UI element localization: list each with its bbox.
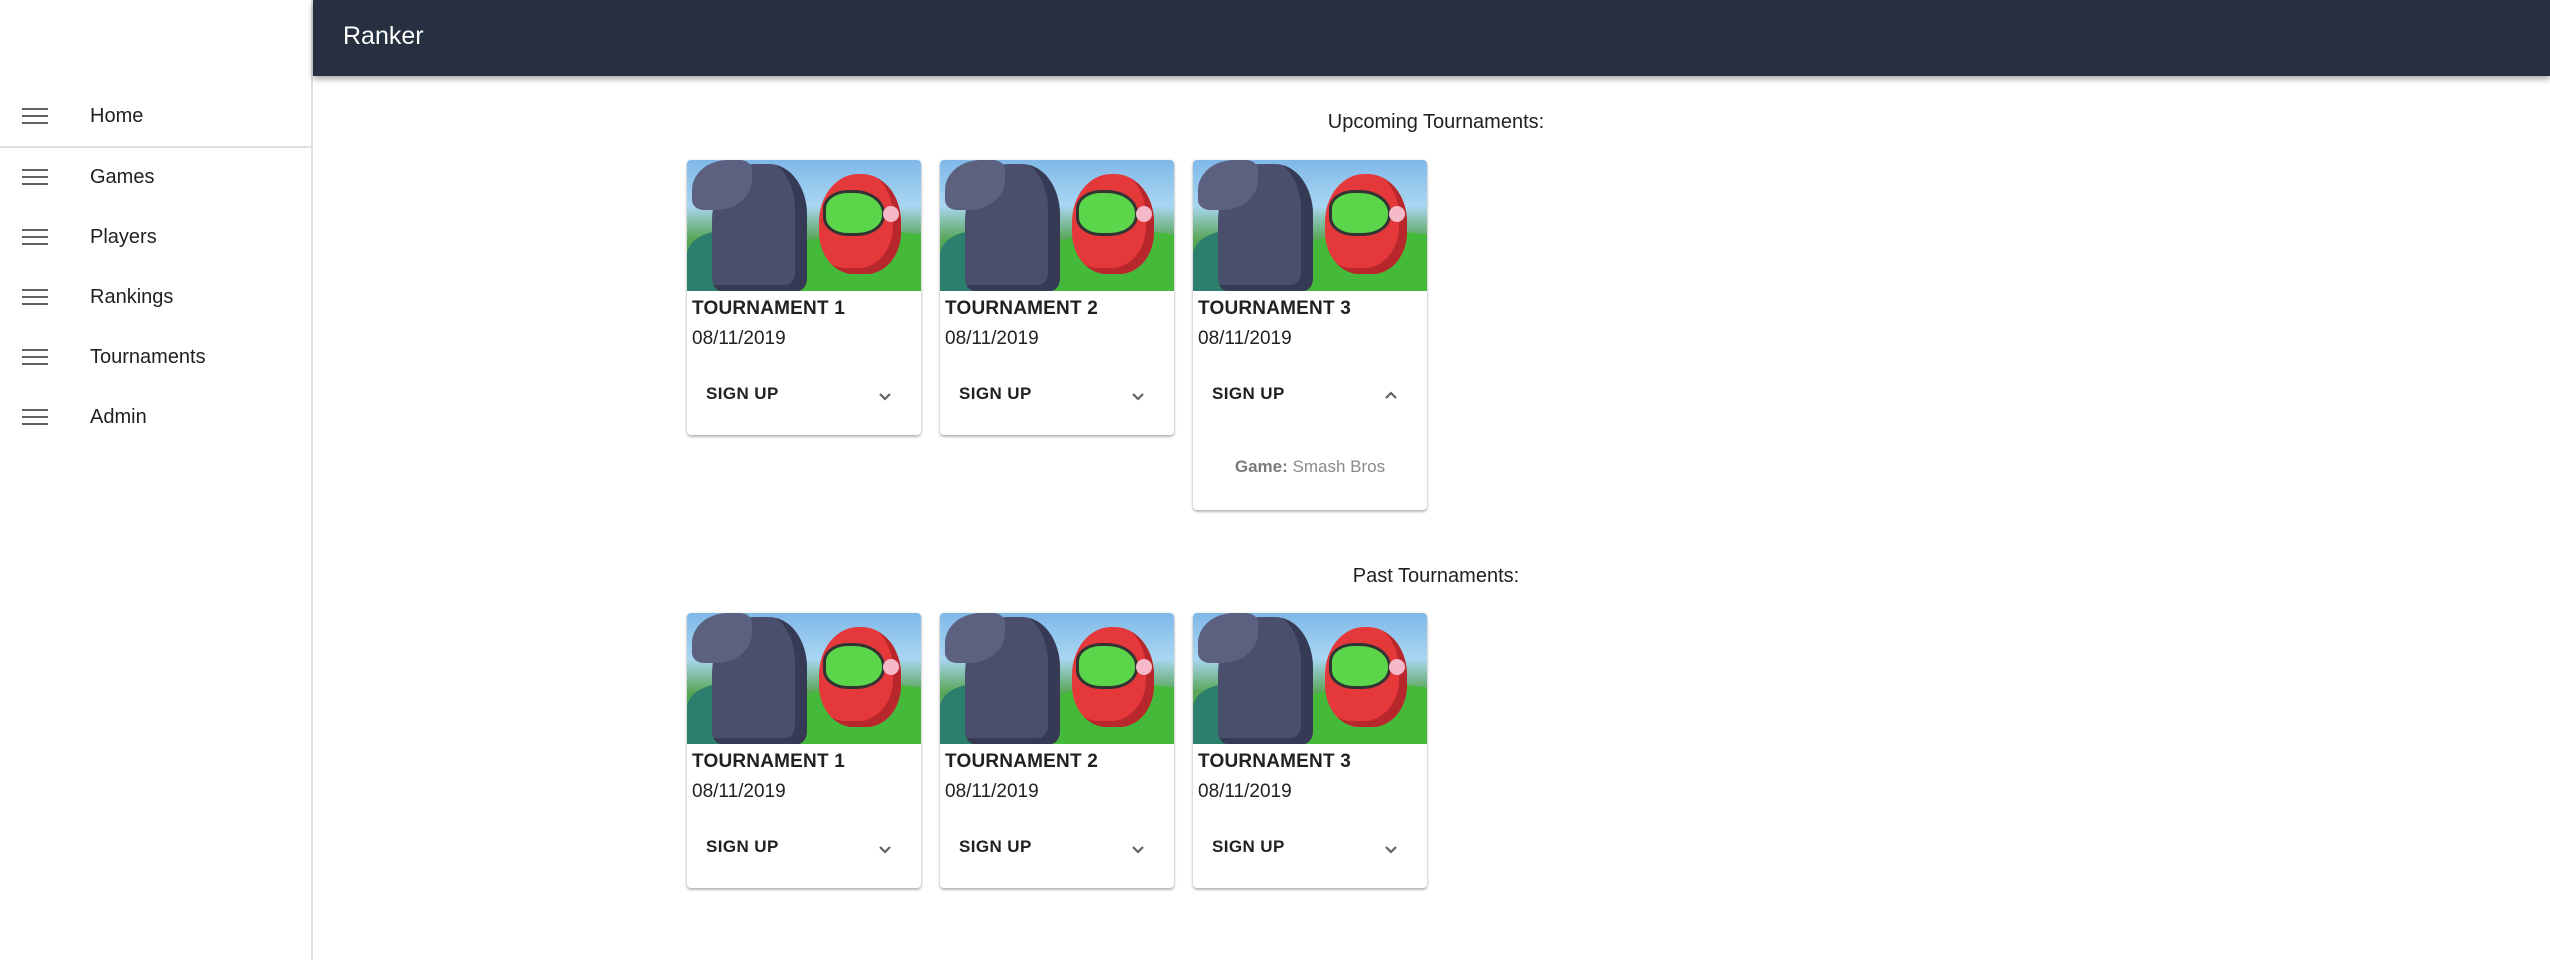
tournament-image (1193, 160, 1427, 291)
tournament-details: Game: Smash Bros (1193, 457, 1427, 477)
sidebar-item-rankings[interactable]: Rankings (0, 267, 311, 327)
menu-icon (22, 169, 48, 185)
tournament-card: TOURNAMENT 1 08/11/2019 SIGN UP (687, 613, 921, 888)
tournament-date: 08/11/2019 (692, 781, 786, 802)
menu-icon (22, 349, 48, 365)
sidebar-item-label: Players (90, 225, 157, 248)
upcoming-section-title: Upcoming Tournaments: (1327, 111, 1545, 133)
sidebar-item-label: Games (90, 165, 155, 188)
menu-icon (22, 108, 48, 124)
sidebar-item-players[interactable]: Players (0, 207, 311, 267)
tournament-card-expanded: TOURNAMENT 3 08/11/2019 SIGN UP Game: Sm… (1193, 160, 1427, 510)
chevron-down-icon[interactable] (873, 384, 897, 408)
sign-up-button[interactable]: SIGN UP (706, 384, 779, 404)
sidebar: Home Games Players Rankings Tournaments … (0, 0, 313, 960)
tournament-date: 08/11/2019 (1198, 781, 1292, 802)
chevron-down-icon[interactable] (873, 837, 897, 861)
sign-up-button[interactable]: SIGN UP (706, 837, 779, 857)
sidebar-item-games[interactable]: Games (0, 147, 311, 207)
sign-up-button[interactable]: SIGN UP (959, 384, 1032, 404)
past-section-title: Past Tournaments: (1352, 565, 1520, 587)
tournament-image (940, 613, 1174, 744)
tournament-card: TOURNAMENT 1 08/11/2019 SIGN UP (687, 160, 921, 435)
tournament-card: TOURNAMENT 2 08/11/2019 SIGN UP (940, 613, 1174, 888)
tournament-name: TOURNAMENT 3 (1198, 751, 1351, 772)
sidebar-item-label: Admin (90, 405, 147, 428)
tournament-name: TOURNAMENT 2 (945, 298, 1098, 319)
tournament-name: TOURNAMENT 2 (945, 751, 1098, 772)
app-bar: Ranker (313, 0, 2550, 76)
menu-icon (22, 289, 48, 305)
tournament-name: TOURNAMENT 3 (1198, 298, 1351, 319)
chevron-down-icon[interactable] (1126, 837, 1150, 861)
chevron-down-icon[interactable] (1379, 837, 1403, 861)
tournament-date: 08/11/2019 (945, 781, 1039, 802)
tournament-date: 08/11/2019 (692, 328, 786, 349)
menu-icon (22, 229, 48, 245)
sidebar-item-admin[interactable]: Admin (0, 387, 311, 447)
menu-icon (22, 409, 48, 425)
app-title: Ranker (343, 22, 424, 50)
sign-up-button[interactable]: SIGN UP (1212, 384, 1285, 404)
sign-up-button[interactable]: SIGN UP (959, 837, 1032, 857)
sidebar-item-label: Home (90, 104, 144, 127)
tournament-image (1193, 613, 1427, 744)
tournament-image (687, 613, 921, 744)
sidebar-item-label: Rankings (90, 285, 174, 308)
tournament-date: 08/11/2019 (1198, 328, 1292, 349)
tournament-name: TOURNAMENT 1 (692, 751, 845, 772)
chevron-down-icon[interactable] (1126, 384, 1150, 408)
tournament-date: 08/11/2019 (945, 328, 1039, 349)
game-value: Smash Bros (1292, 457, 1386, 476)
game-label: Game: (1234, 457, 1288, 476)
tournament-card: TOURNAMENT 3 08/11/2019 SIGN UP (1193, 613, 1427, 888)
sidebar-item-label: Tournaments (90, 345, 206, 368)
sign-up-button[interactable]: SIGN UP (1212, 837, 1285, 857)
chevron-up-icon[interactable] (1379, 384, 1403, 408)
tournament-card: TOURNAMENT 2 08/11/2019 SIGN UP (940, 160, 1174, 435)
sidebar-item-tournaments[interactable]: Tournaments (0, 327, 311, 387)
tournament-image (940, 160, 1174, 291)
tournament-image (687, 160, 921, 291)
sidebar-item-home[interactable]: Home (0, 86, 311, 146)
tournament-name: TOURNAMENT 1 (692, 298, 845, 319)
